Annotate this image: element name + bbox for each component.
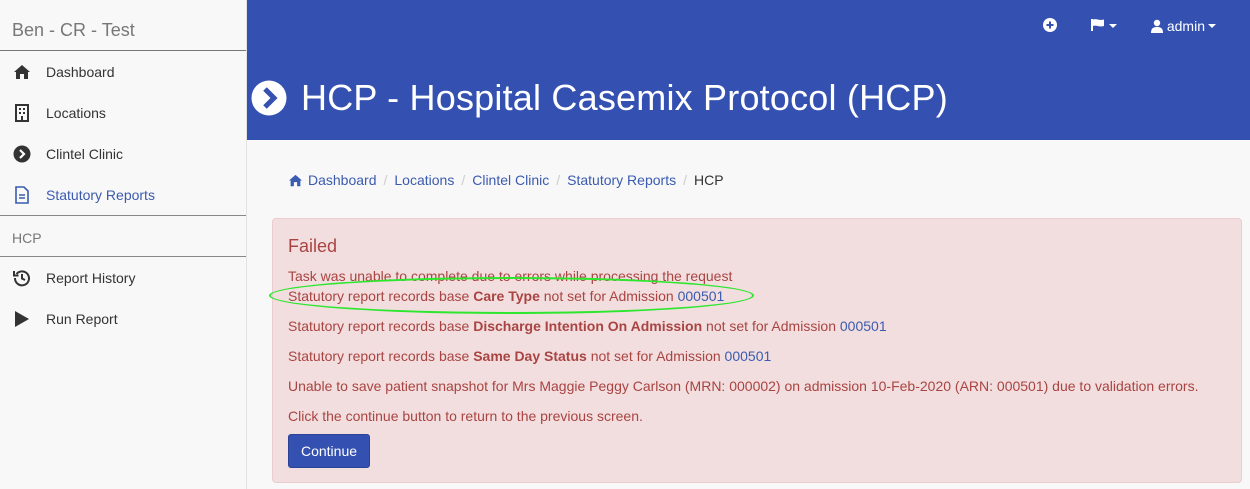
breadcrumb-locations[interactable]: Locations — [394, 172, 454, 188]
sidebar-item-label: Clintel Clinic — [46, 145, 124, 162]
sidebar-section-title: HCP — [0, 216, 246, 257]
alert-instruction: Click the continue button to return to t… — [288, 408, 643, 424]
alert-title: Failed — [288, 236, 338, 256]
breadcrumb-separator: / — [461, 172, 466, 188]
document-icon — [12, 185, 32, 205]
breadcrumb: Dashboard / Locations / Clintel Clinic /… — [288, 172, 724, 188]
page-title: HCP - Hospital Casemix Protocol (HCP) — [301, 77, 948, 118]
sidebar-item-label: Locations — [46, 104, 106, 121]
sidebar-item-locations[interactable]: Locations — [0, 92, 246, 133]
sidebar-item-label: Dashboard — [46, 63, 115, 80]
sidebar-item-run-report[interactable]: Run Report — [0, 298, 246, 339]
chevron-circle-right-icon — [12, 144, 32, 164]
sidebar-item-dashboard[interactable]: Dashboard — [0, 51, 246, 92]
user-label: admin — [1166, 18, 1205, 34]
error-alert: Failed Task was unable to complete due t… — [272, 218, 1242, 483]
flag-dropdown[interactable] — [1090, 18, 1117, 35]
page-title-block: HCP - Hospital Casemix Protocol (HCP) — [251, 77, 948, 119]
admission-link[interactable]: 000501 — [678, 288, 725, 304]
add-button[interactable] — [1042, 17, 1057, 35]
user-icon — [1150, 19, 1163, 33]
breadcrumb-separator: / — [683, 172, 687, 188]
flag-icon — [1090, 18, 1106, 35]
plus-circle-icon — [1042, 17, 1057, 35]
history-icon — [12, 268, 32, 288]
alert-error-same-day-status: Statutory report records base Same Day S… — [288, 348, 772, 364]
play-icon — [12, 309, 32, 329]
sidebar-item-statutory-reports[interactable]: Statutory Reports — [0, 174, 246, 215]
sidebar-item-report-history[interactable]: Report History — [0, 257, 246, 298]
brand-title: Ben - CR - Test — [0, 0, 246, 51]
top-navbar: admin — [1042, 0, 1250, 52]
breadcrumb-clintel-clinic[interactable]: Clintel Clinic — [472, 172, 549, 188]
sidebar: Ben - CR - Test Dashboard Locations Clin… — [0, 0, 247, 489]
breadcrumb-separator: / — [556, 172, 561, 188]
continue-button[interactable]: Continue — [288, 434, 370, 468]
alert-snapshot-error: Unable to save patient snapshot for Mrs … — [288, 378, 1199, 394]
breadcrumb-current: HCP — [693, 172, 724, 188]
sidebar-item-clintel-clinic[interactable]: Clintel Clinic — [0, 133, 246, 174]
alert-error-discharge-intention: Statutory report records base Discharge … — [288, 318, 887, 334]
admission-link[interactable]: 000501 — [840, 318, 887, 334]
breadcrumb-dashboard[interactable]: Dashboard — [288, 172, 377, 188]
chevron-down-icon — [1208, 24, 1216, 28]
sidebar-item-label: Report History — [46, 269, 136, 286]
user-menu[interactable]: admin — [1150, 18, 1216, 34]
admission-link[interactable]: 000501 — [725, 348, 772, 364]
sidebar-item-label: Run Report — [46, 310, 118, 327]
alert-error-care-type: Statutory report records base Care Type … — [288, 288, 725, 304]
chevron-circle-right-icon — [251, 80, 287, 116]
building-icon — [12, 103, 32, 123]
home-icon — [288, 174, 303, 187]
alert-message: Task was unable to complete due to error… — [288, 268, 733, 284]
breadcrumb-separator: / — [383, 172, 388, 188]
page-header: admin HCP - Hospital Casemix Protocol (H… — [247, 0, 1250, 140]
breadcrumb-statutory-reports[interactable]: Statutory Reports — [567, 172, 676, 188]
home-icon — [12, 62, 32, 82]
chevron-down-icon — [1108, 24, 1117, 28]
sidebar-item-label: Statutory Reports — [46, 186, 155, 203]
